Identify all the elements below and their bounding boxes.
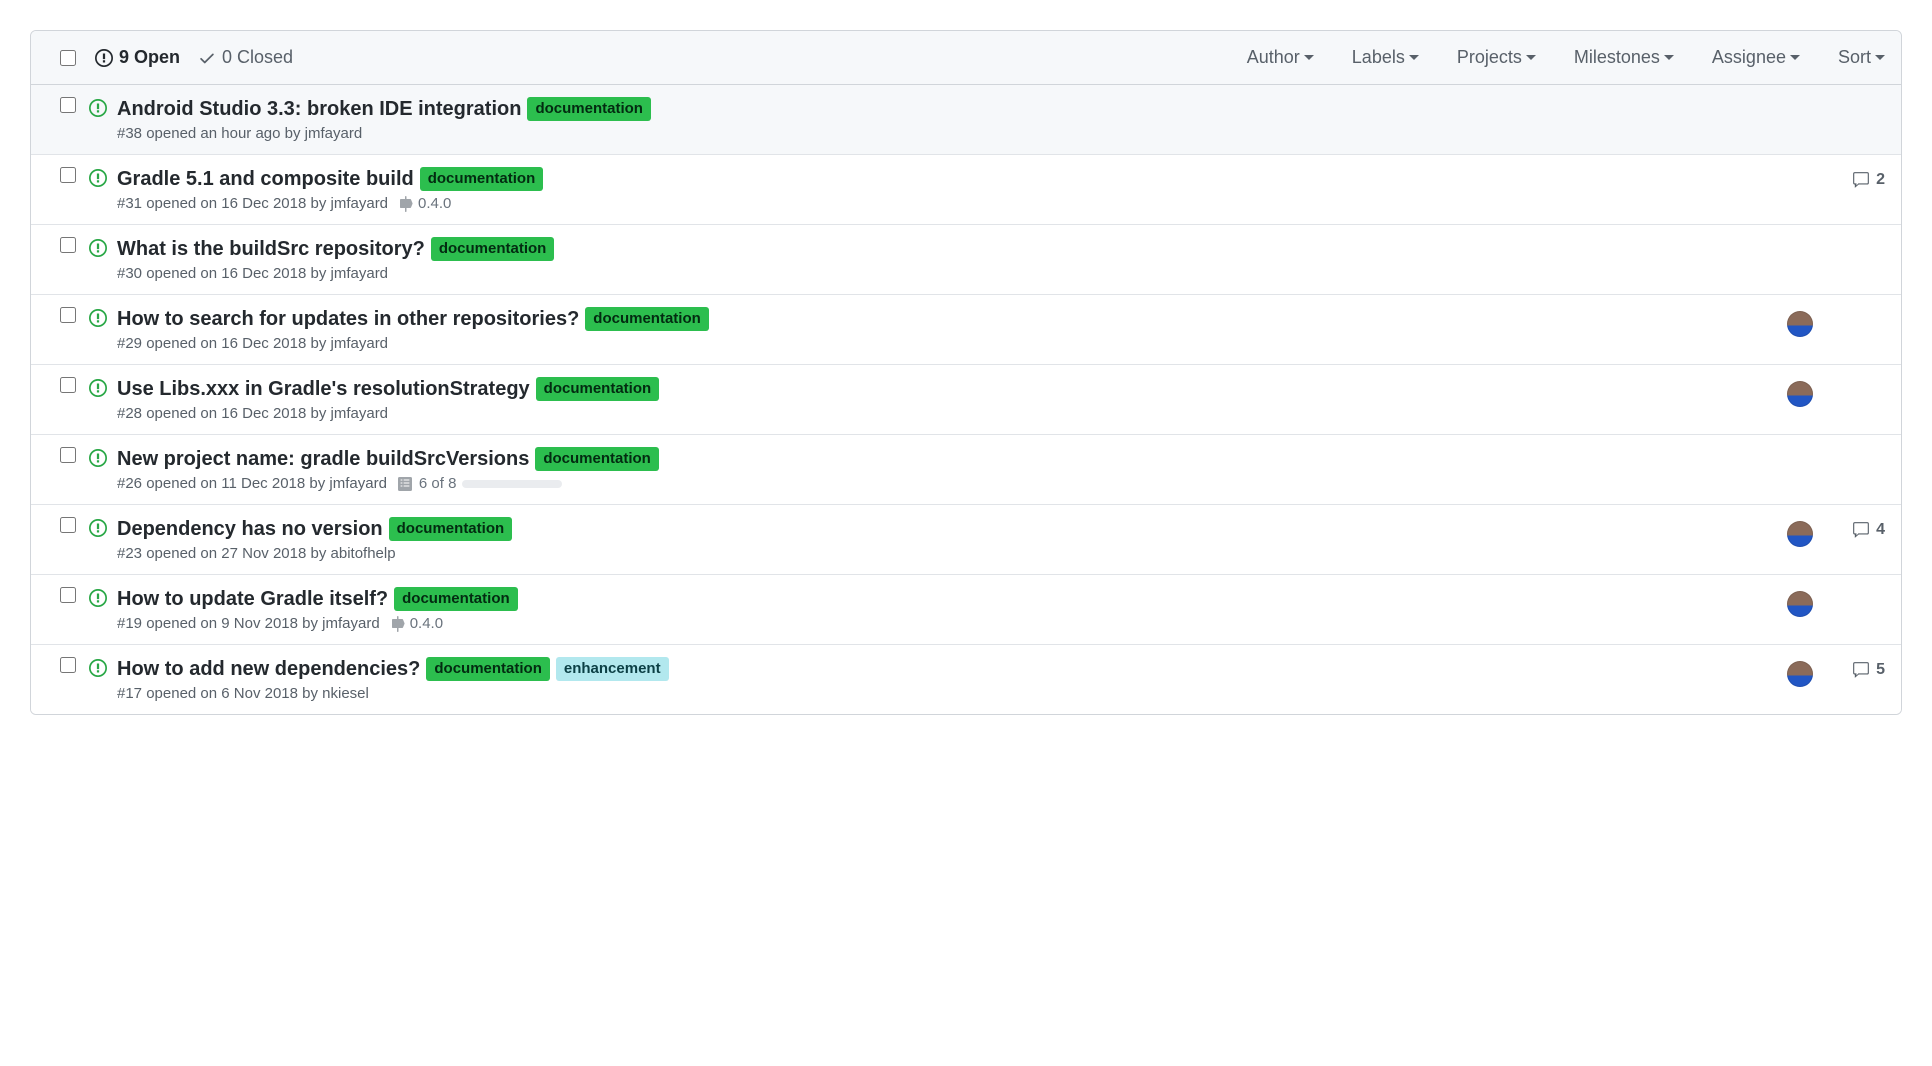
issue-meta: #26 opened on 11 Dec 2018 by jmfayard bbox=[117, 475, 387, 492]
label-documentation[interactable]: documentation bbox=[394, 587, 518, 611]
select-issue-checkbox[interactable] bbox=[60, 587, 76, 603]
comments-link[interactable]: 5 bbox=[1841, 661, 1885, 679]
milestone-icon bbox=[390, 616, 406, 632]
closed-tab[interactable]: 0 Closed bbox=[198, 47, 293, 68]
label-documentation[interactable]: documentation bbox=[389, 517, 513, 541]
issue-row: How to update Gradle itself? documentati… bbox=[31, 575, 1901, 645]
chevron-down-icon bbox=[1304, 55, 1314, 60]
tasks-indicator[interactable]: 6 of 8 bbox=[397, 475, 563, 492]
select-issue-checkbox[interactable] bbox=[60, 657, 76, 673]
issue-meta: #38 opened an hour ago by jmfayard bbox=[117, 125, 362, 142]
issue-open-icon bbox=[89, 517, 117, 562]
assignee-avatar[interactable] bbox=[1787, 311, 1813, 337]
label-documentation[interactable]: documentation bbox=[426, 657, 550, 681]
assignee-avatar[interactable] bbox=[1787, 381, 1813, 407]
select-all-checkbox[interactable] bbox=[60, 50, 76, 66]
label-enhancement[interactable]: enhancement bbox=[556, 657, 669, 681]
issue-meta: #19 opened on 9 Nov 2018 by jmfayard bbox=[117, 615, 380, 632]
issue-meta: #23 opened on 27 Nov 2018 by abitofhelp bbox=[117, 545, 396, 562]
label-documentation[interactable]: documentation bbox=[536, 377, 660, 401]
issue-row: Gradle 5.1 and composite build documenta… bbox=[31, 155, 1901, 225]
label-documentation[interactable]: documentation bbox=[535, 447, 659, 471]
select-all-col bbox=[47, 50, 89, 66]
milestone-link[interactable]: 0.4.0 bbox=[398, 195, 451, 212]
issue-row: Use Libs.xxx in Gradle's resolutionStrat… bbox=[31, 365, 1901, 435]
issue-title-link[interactable]: How to update Gradle itself? bbox=[117, 588, 388, 611]
chevron-down-icon bbox=[1526, 55, 1536, 60]
issue-list-header: 9 Open 0 Closed Author Labels Projects M… bbox=[31, 31, 1901, 85]
comments-link[interactable]: 2 bbox=[1841, 171, 1885, 189]
chevron-down-icon bbox=[1409, 55, 1419, 60]
label-documentation[interactable]: documentation bbox=[431, 237, 555, 261]
issue-title-link[interactable]: How to search for updates in other repos… bbox=[117, 308, 579, 331]
issue-row: Android Studio 3.3: broken IDE integrati… bbox=[31, 85, 1901, 155]
filter-author[interactable]: Author bbox=[1247, 47, 1314, 68]
issue-meta: #17 opened on 6 Nov 2018 by nkiesel bbox=[117, 685, 369, 702]
issue-title-link[interactable]: Use Libs.xxx in Gradle's resolutionStrat… bbox=[117, 378, 530, 401]
chevron-down-icon bbox=[1875, 55, 1885, 60]
issue-open-icon bbox=[95, 49, 113, 67]
select-issue-checkbox[interactable] bbox=[60, 517, 76, 533]
select-issue-checkbox[interactable] bbox=[60, 167, 76, 183]
issue-list: 9 Open 0 Closed Author Labels Projects M… bbox=[30, 30, 1902, 715]
milestone-link[interactable]: 0.4.0 bbox=[390, 615, 443, 632]
issue-title-link[interactable]: Dependency has no version bbox=[117, 518, 383, 541]
check-icon bbox=[198, 49, 216, 67]
issue-title-link[interactable]: Android Studio 3.3: broken IDE integrati… bbox=[117, 98, 521, 121]
state-tabs: 9 Open 0 Closed bbox=[95, 47, 293, 68]
issue-title-link[interactable]: New project name: gradle buildSrcVersion… bbox=[117, 448, 529, 471]
filter-projects[interactable]: Projects bbox=[1457, 47, 1536, 68]
issue-meta: #30 opened on 16 Dec 2018 by jmfayard bbox=[117, 265, 388, 282]
comment-icon bbox=[1852, 661, 1870, 679]
filter-milestones[interactable]: Milestones bbox=[1574, 47, 1674, 68]
chevron-down-icon bbox=[1664, 55, 1674, 60]
issue-row: New project name: gradle buildSrcVersion… bbox=[31, 435, 1901, 505]
comment-icon bbox=[1852, 171, 1870, 189]
assignee-avatar[interactable] bbox=[1787, 521, 1813, 547]
label-documentation[interactable]: documentation bbox=[585, 307, 709, 331]
issue-title-link[interactable]: How to add new dependencies? bbox=[117, 658, 420, 681]
issue-title-link[interactable]: Gradle 5.1 and composite build bbox=[117, 168, 414, 191]
comments-link[interactable]: 4 bbox=[1841, 521, 1885, 539]
label-documentation[interactable]: documentation bbox=[420, 167, 544, 191]
open-count: 9 Open bbox=[119, 47, 180, 68]
open-tab[interactable]: 9 Open bbox=[95, 47, 180, 68]
filter-sort[interactable]: Sort bbox=[1838, 47, 1885, 68]
issue-open-icon bbox=[89, 307, 117, 352]
checklist-icon bbox=[397, 476, 413, 492]
select-issue-checkbox[interactable] bbox=[60, 97, 76, 113]
assignee-avatar[interactable] bbox=[1787, 661, 1813, 687]
milestone-icon bbox=[398, 196, 414, 212]
issue-open-icon bbox=[89, 167, 117, 212]
issue-open-icon bbox=[89, 447, 117, 492]
filter-bar: Author Labels Projects Milestones Assign… bbox=[1247, 47, 1885, 68]
issue-open-icon bbox=[89, 587, 117, 632]
issue-row: What is the buildSrc repository? documen… bbox=[31, 225, 1901, 295]
issue-open-icon bbox=[89, 237, 117, 282]
chevron-down-icon bbox=[1790, 55, 1800, 60]
assignee-avatar[interactable] bbox=[1787, 591, 1813, 617]
select-issue-checkbox[interactable] bbox=[60, 377, 76, 393]
issue-meta: #28 opened on 16 Dec 2018 by jmfayard bbox=[117, 405, 388, 422]
comment-icon bbox=[1852, 521, 1870, 539]
issue-open-icon bbox=[89, 97, 117, 142]
issue-open-icon bbox=[89, 377, 117, 422]
filter-assignee[interactable]: Assignee bbox=[1712, 47, 1800, 68]
issue-row: How to add new dependencies? documentati… bbox=[31, 645, 1901, 714]
issue-meta: #29 opened on 16 Dec 2018 by jmfayard bbox=[117, 335, 388, 352]
select-issue-checkbox[interactable] bbox=[60, 447, 76, 463]
issue-open-icon bbox=[89, 657, 117, 702]
closed-count: 0 Closed bbox=[222, 47, 293, 68]
label-documentation[interactable]: documentation bbox=[527, 97, 651, 121]
filter-labels[interactable]: Labels bbox=[1352, 47, 1419, 68]
issue-title-link[interactable]: What is the buildSrc repository? bbox=[117, 238, 425, 261]
issue-row: How to search for updates in other repos… bbox=[31, 295, 1901, 365]
select-issue-checkbox[interactable] bbox=[60, 307, 76, 323]
progress-bar bbox=[462, 480, 562, 488]
issue-meta: #31 opened on 16 Dec 2018 by jmfayard bbox=[117, 195, 388, 212]
select-issue-checkbox[interactable] bbox=[60, 237, 76, 253]
issue-row: Dependency has no version documentation … bbox=[31, 505, 1901, 575]
